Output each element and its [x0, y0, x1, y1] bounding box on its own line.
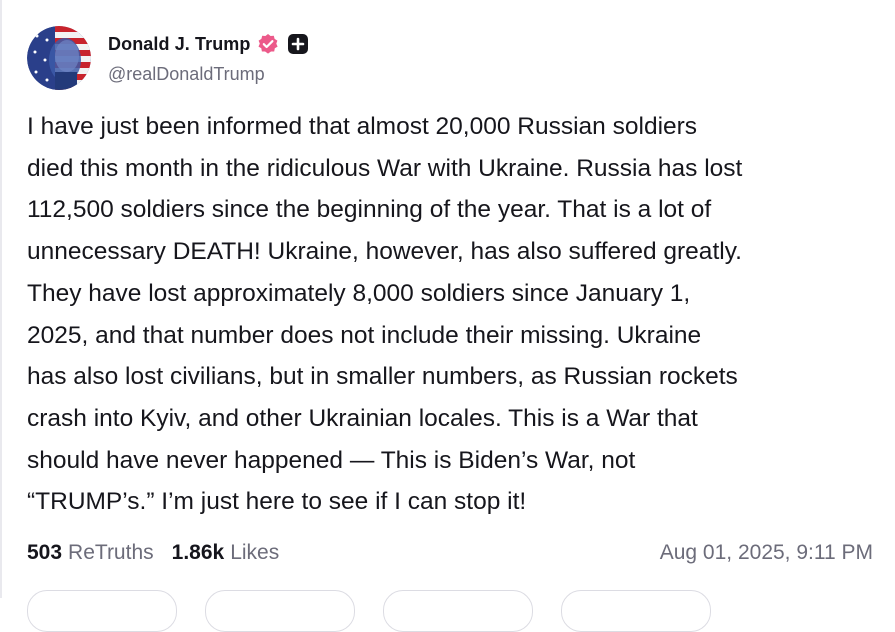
retruth-button[interactable] [205, 590, 355, 632]
plus-badge-icon [287, 33, 309, 55]
reply-button[interactable] [27, 590, 177, 632]
likes-label: Likes [230, 541, 280, 564]
likes-stat[interactable]: 1.86k Likes [172, 541, 280, 565]
post-line: unnecessary DEATH! Ukraine, however, has… [27, 238, 742, 266]
retruths-count: 503 [27, 541, 63, 564]
post-body: I have just been informed that almost 20… [27, 106, 879, 523]
post-line: 112,500 soldiers since the beginning of … [27, 196, 712, 224]
action-bar [27, 590, 887, 632]
post-line: should have never happened — This is Bid… [27, 446, 636, 474]
post-line: 2025, and that number does not include t… [27, 321, 702, 349]
retruths-label: ReTruths [68, 541, 154, 564]
post-header: Donald J. Trump @realDonaldTrump [27, 26, 627, 90]
post-timestamp[interactable]: Aug 01, 2025, 9:11 PM [660, 538, 873, 568]
post-line: died this month in the ridiculous War wi… [27, 154, 743, 182]
display-name[interactable]: Donald J. Trump [108, 34, 251, 55]
avatar-image [27, 26, 91, 90]
post-stats: 503 ReTruths 1.86k Likes [27, 538, 297, 568]
post-line: has also lost civilians, but in smaller … [27, 363, 738, 391]
name-row: Donald J. Trump [108, 32, 309, 56]
post-line: “TRUMP’s.” I’m just here to see if I can… [27, 488, 527, 516]
retruths-stat[interactable]: 503 ReTruths [27, 541, 154, 565]
likes-count: 1.86k [171, 541, 225, 564]
verified-badge-icon [257, 33, 279, 55]
like-button[interactable] [383, 590, 533, 632]
handle[interactable]: @realDonaldTrump [108, 64, 265, 85]
truth-post: Donald J. Trump @realDonaldTrump I have … [0, 0, 895, 632]
left-border [0, 0, 2, 598]
post-line: They have lost approximately 8,000 soldi… [27, 279, 691, 307]
post-line: I have just been informed that almost 20… [27, 113, 698, 140]
avatar[interactable] [27, 26, 91, 90]
post-line: crash into Kyiv, and other Ukrainian loc… [27, 404, 698, 432]
share-button[interactable] [561, 590, 711, 632]
